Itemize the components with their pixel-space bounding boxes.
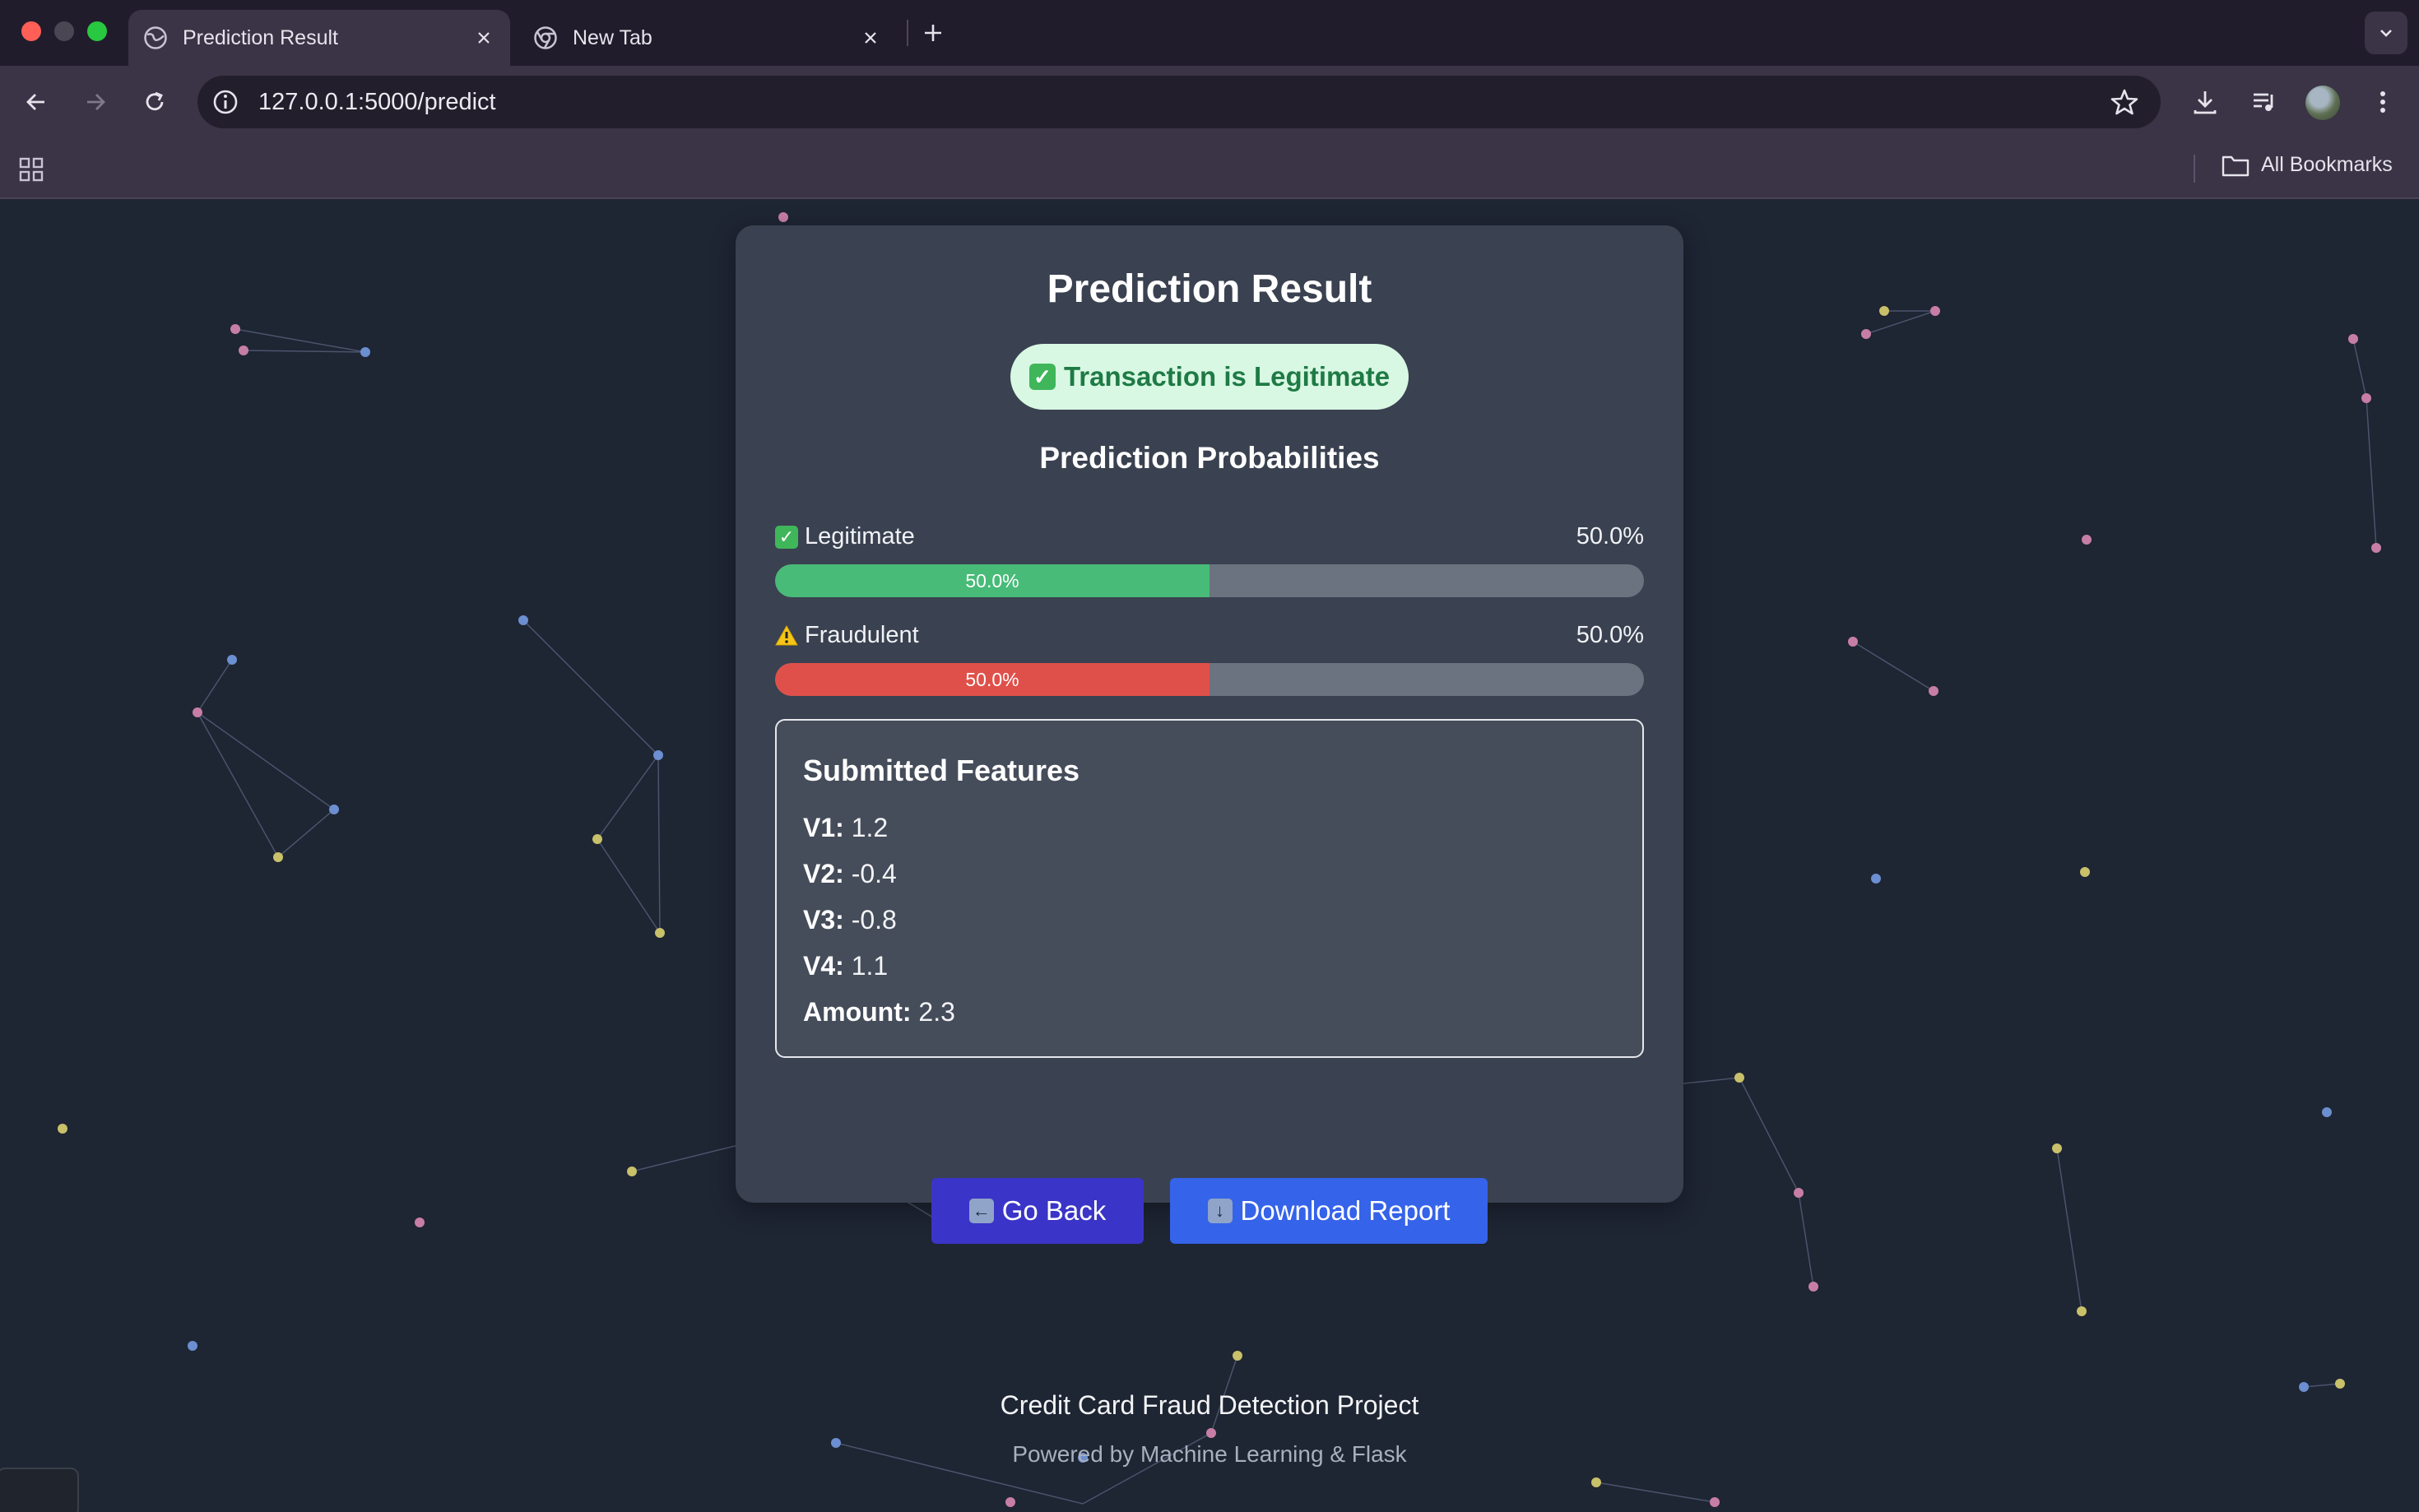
download-report-button[interactable]: ↓ Download Report xyxy=(1170,1178,1488,1244)
new-tab-button[interactable] xyxy=(917,16,949,49)
downloads-button[interactable] xyxy=(2187,84,2223,120)
bookmarks-separator xyxy=(2194,155,2195,183)
tab-prediction-result[interactable]: Prediction Result xyxy=(128,10,510,66)
window-minimize-button[interactable] xyxy=(54,21,74,41)
feature-value: 1.2 xyxy=(851,813,889,842)
browser-toolbar: 127.0.0.1:5000/predict xyxy=(0,66,2419,138)
probability-label: Fraudulent xyxy=(805,622,919,648)
page-viewport: Prediction Result ✓ Transaction is Legit… xyxy=(0,199,2419,1512)
chevron-down-icon xyxy=(2380,30,2392,37)
url-text[interactable]: 127.0.0.1:5000/predict xyxy=(258,89,496,116)
tab-separator xyxy=(907,20,908,46)
download-report-label: Download Report xyxy=(1240,1195,1451,1226)
feature-row: V2: -0.4 xyxy=(803,859,897,889)
probability-bar-text: 50.0% xyxy=(965,668,1019,690)
bookmarks-bar: All Bookmarks xyxy=(0,138,2419,199)
prediction-status-text: Transaction is Legitimate xyxy=(1063,361,1391,392)
feature-value: -0.8 xyxy=(851,905,897,935)
probability-bar-track: 50.0% xyxy=(775,663,1644,696)
corner-widget xyxy=(0,1468,79,1512)
feature-name: Amount: xyxy=(803,997,912,1027)
kebab-menu-icon xyxy=(2380,91,2385,113)
plus-icon xyxy=(925,25,941,41)
window-maximize-button[interactable] xyxy=(87,21,107,41)
page-title: Prediction Result xyxy=(1047,267,1372,311)
window-close-button[interactable] xyxy=(21,21,41,41)
probabilities-heading: Prediction Probabilities xyxy=(1039,441,1380,475)
probability-bar-track: 50.0% xyxy=(775,564,1644,597)
apps-grid-icon[interactable] xyxy=(18,156,44,183)
feature-name: V2: xyxy=(803,859,844,888)
go-back-label: Go Back xyxy=(1001,1195,1107,1226)
tab-new-tab[interactable]: New Tab xyxy=(518,10,897,66)
browser-menu-button[interactable] xyxy=(2365,84,2401,120)
footer-title: Credit Card Fraud Detection Project xyxy=(1000,1390,1419,1420)
prediction-status-badge: ✓ Transaction is Legitimate xyxy=(1010,344,1409,410)
forward-nav-button[interactable] xyxy=(77,84,114,120)
warning-icon xyxy=(775,624,798,645)
probability-label: Legitimate xyxy=(805,523,915,550)
check-icon: ✓ xyxy=(1028,364,1056,390)
footer-subtitle: Powered by Machine Learning & Flask xyxy=(1012,1441,1407,1467)
probability-percent: 50.0% xyxy=(1576,622,1644,648)
reload-icon xyxy=(146,91,164,111)
check-icon: ✓ xyxy=(775,525,798,549)
address-bar[interactable]: 127.0.0.1:5000/predict xyxy=(197,76,2161,128)
feature-name: V3: xyxy=(803,905,844,935)
probability-bar-text: 50.0% xyxy=(965,569,1019,591)
close-tab-icon[interactable] xyxy=(469,23,499,53)
feature-row: V1: 1.2 xyxy=(803,813,888,843)
feature-row: Amount: 2.3 xyxy=(803,997,955,1027)
tab-title: New Tab xyxy=(573,26,652,49)
arrow-left-icon xyxy=(26,94,44,110)
feature-row: V3: -0.8 xyxy=(803,905,897,935)
tab-title: Prediction Result xyxy=(183,26,338,49)
features-heading: Submitted Features xyxy=(803,754,1080,787)
feature-value: 2.3 xyxy=(918,997,955,1027)
all-bookmarks-label: All Bookmarks xyxy=(2261,153,2393,176)
result-card: Prediction Result ✓ Transaction is Legit… xyxy=(736,225,1683,1203)
profile-avatar[interactable] xyxy=(2305,86,2340,120)
close-tab-icon[interactable] xyxy=(856,23,885,53)
probability-row-legitimate: ✓ Legitimate 50.0% 50.0% xyxy=(775,522,1644,597)
reload-button[interactable] xyxy=(137,84,173,120)
playlist-icon xyxy=(2254,93,2273,111)
probability-bar-fill: 50.0% xyxy=(775,663,1210,696)
download-icon xyxy=(2194,91,2217,114)
feature-row: V4: 1.1 xyxy=(803,951,888,981)
chrome-icon xyxy=(534,26,557,49)
feature-name: V1: xyxy=(803,813,844,842)
feature-value: 1.1 xyxy=(851,951,889,981)
media-controls-button[interactable] xyxy=(2246,84,2282,120)
submitted-features-panel: Submitted Features V1: 1.2 V2: -0.4 V3: … xyxy=(775,719,1644,1058)
feature-name: V4: xyxy=(803,951,844,981)
go-back-button[interactable]: ← Go Back xyxy=(931,1178,1144,1244)
probability-bar-fill: 50.0% xyxy=(775,564,1210,597)
probability-percent: 50.0% xyxy=(1576,523,1644,550)
site-info-icon[interactable] xyxy=(211,87,240,117)
arrow-right-icon xyxy=(87,94,105,110)
bookmark-star-icon[interactable] xyxy=(2110,87,2139,117)
browser-tab-bar: Prediction Result New Tab xyxy=(0,0,2419,66)
feature-value: -0.4 xyxy=(851,859,897,888)
globe-icon xyxy=(144,26,167,49)
arrow-down-icon: ↓ xyxy=(1207,1199,1233,1223)
probability-row-fraudulent: Fraudulent 50.0% 50.0% xyxy=(775,620,1644,696)
tab-search-button[interactable] xyxy=(2365,12,2407,54)
back-nav-button[interactable] xyxy=(18,84,54,120)
folder-icon xyxy=(2222,155,2250,176)
all-bookmarks-button[interactable]: All Bookmarks xyxy=(2222,153,2393,177)
arrow-left-icon: ← xyxy=(968,1199,994,1223)
